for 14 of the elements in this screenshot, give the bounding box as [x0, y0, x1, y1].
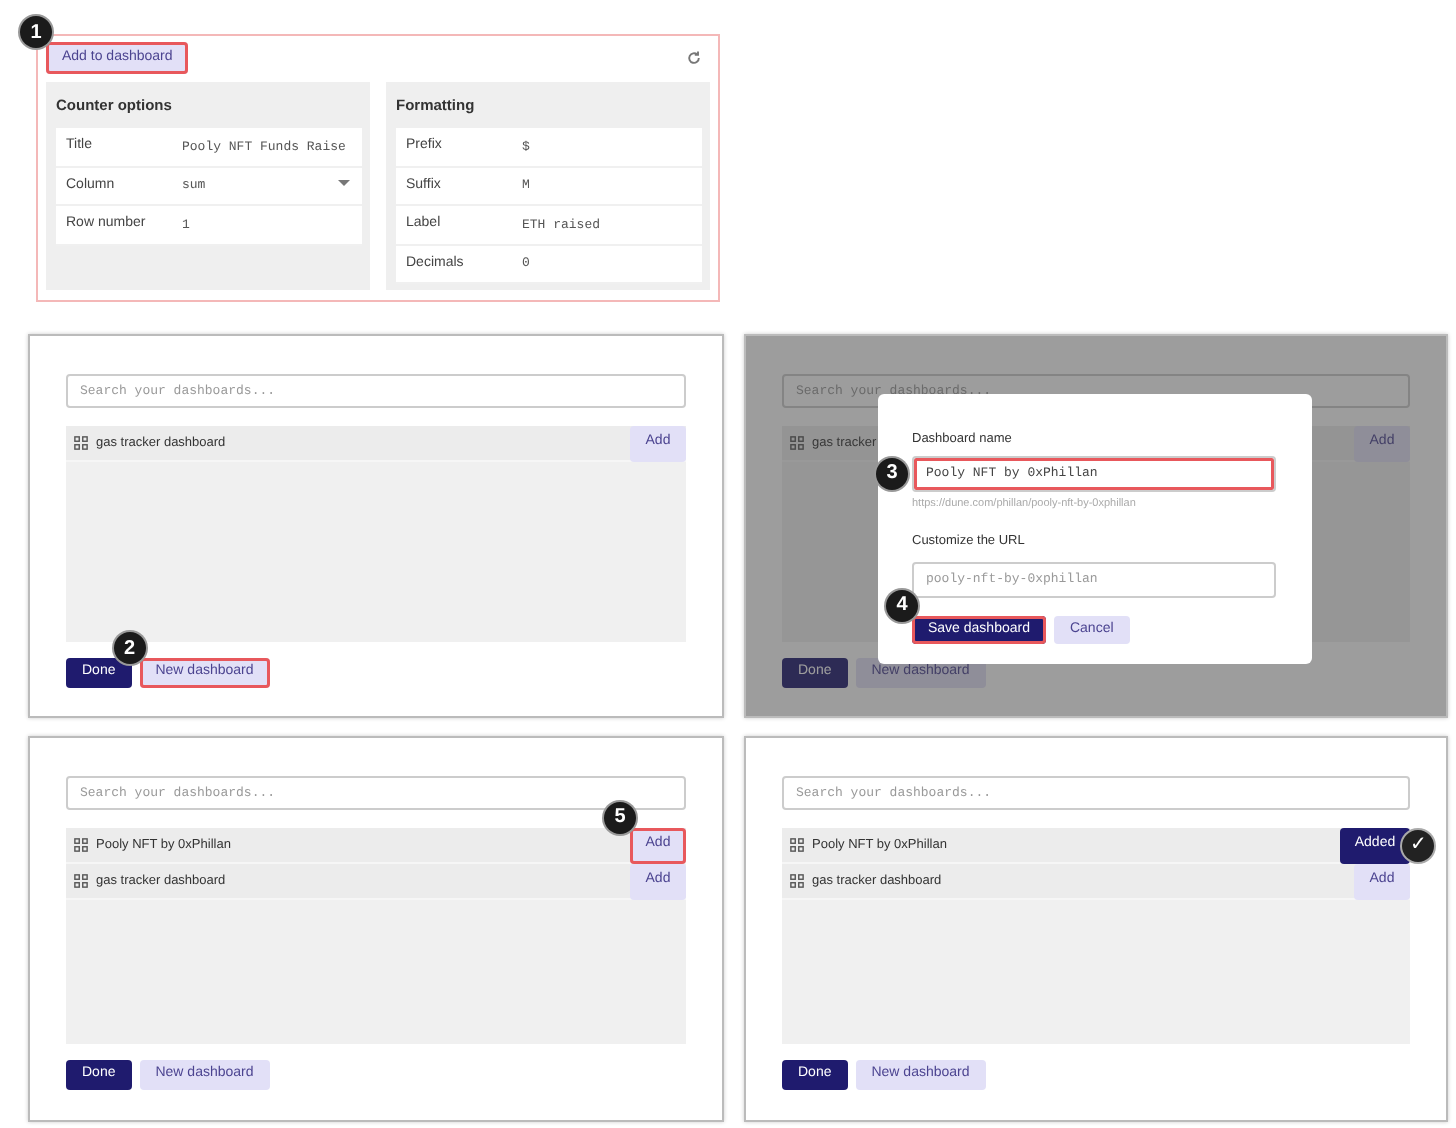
- grid-icon: [790, 436, 804, 450]
- grid-icon: [74, 838, 88, 852]
- step-badge: 5: [604, 801, 636, 833]
- step-badge: 3: [876, 457, 908, 490]
- step-badge: 4: [886, 589, 918, 622]
- check-mark-icon: ✓: [1402, 829, 1434, 861]
- step-badge: 2: [113, 632, 146, 664]
- refresh-icon[interactable]: [686, 50, 702, 66]
- grid-icon: [790, 838, 804, 852]
- grid-icon: [74, 874, 88, 888]
- step-badge: 1: [20, 16, 52, 48]
- caret-icon: [338, 180, 350, 187]
- grid-icon: [790, 874, 804, 888]
- grid-icon: [74, 436, 88, 450]
